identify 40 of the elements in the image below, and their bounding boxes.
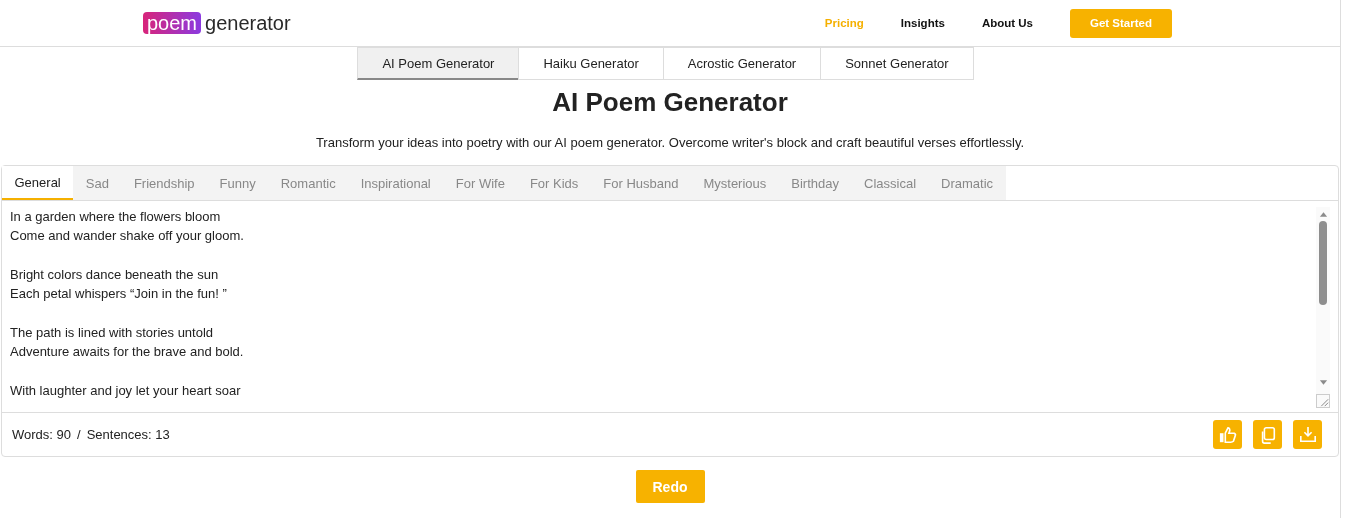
thumbs-up-button[interactable]: [1213, 420, 1242, 449]
logo-mark[interactable]: poem: [143, 12, 202, 34]
category-tab[interactable]: For Husband: [590, 166, 691, 200]
thumbs-up-icon: [1218, 425, 1237, 444]
generator-tab[interactable]: AI Poem Generator: [357, 47, 520, 80]
nav-link[interactable]: Pricing: [824, 17, 864, 29]
generator-tab[interactable]: Sonnet Generator: [820, 47, 974, 80]
category-tab[interactable]: Inspirational: [348, 166, 444, 200]
poem-text: In a garden where the flowers bloom Come and wander shake off your gloom. Bright colors dance beneath the sun Each petal whispers “Join in the fun! ” The path is lined with stories untold Adventure awaits for the brave and bold. With laughter and joy let your heart soar: [9, 208, 245, 400]
category-tab[interactable]: Dramatic: [928, 166, 1006, 200]
category-tab[interactable]: For Kids: [517, 166, 591, 200]
redo-button[interactable]: Redo: [635, 470, 705, 503]
nav-link[interactable]: About Us: [981, 17, 1033, 29]
scroll-down-icon[interactable]: [1318, 380, 1328, 386]
category-tab[interactable]: For Wife: [443, 166, 518, 200]
scrollbar[interactable]: [1316, 207, 1330, 408]
category-tab[interactable]: Funny: [207, 166, 269, 200]
category-tab[interactable]: Classical: [851, 166, 929, 200]
download-icon: [1298, 425, 1317, 444]
download-button[interactable]: [1293, 420, 1322, 449]
generator-tab[interactable]: Haiku Generator: [518, 47, 664, 80]
word-count: Words: 90: [12, 427, 71, 442]
get-started-button[interactable]: Get Started: [1070, 8, 1172, 38]
scrollbar-thumb[interactable]: [1319, 221, 1327, 305]
category-tab[interactable]: Birthday: [778, 166, 852, 200]
resize-grip-icon[interactable]: [1316, 394, 1330, 408]
nav-link[interactable]: Insights: [900, 17, 945, 29]
logo-wordmark[interactable]: generator: [205, 11, 291, 35]
generator-tab[interactable]: Acrostic Generator: [662, 47, 822, 80]
category-tab[interactable]: General: [2, 166, 74, 200]
sentence-count: Sentences: 13: [86, 427, 170, 442]
separator: /: [77, 427, 81, 442]
category-tab[interactable]: Romantic: [268, 166, 349, 200]
scroll-up-icon[interactable]: [1318, 211, 1328, 217]
page-title: AI Poem Generator: [551, 89, 789, 115]
page-subtitle: Transform your ideas into poetry with our AI poem generator. Overcome writer's block and craft beautiful verses effortlessly.: [314, 135, 1026, 150]
category-tab[interactable]: Sad: [73, 166, 122, 200]
category-tab[interactable]: Mysterious: [690, 166, 779, 200]
category-tab[interactable]: Friendship: [121, 166, 208, 200]
copy-button[interactable]: [1253, 420, 1282, 449]
